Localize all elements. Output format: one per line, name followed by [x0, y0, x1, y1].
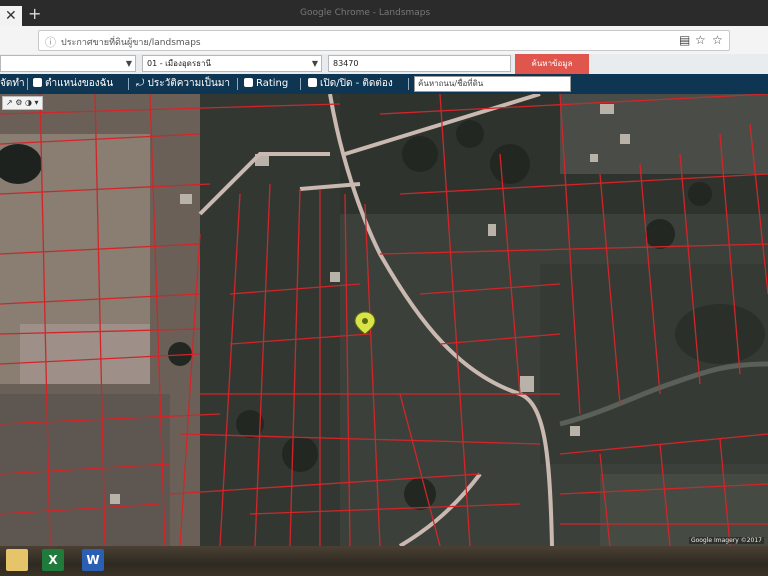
- district-select[interactable]: 01 - เมืองอุดรธานี ▼: [142, 55, 322, 72]
- toolbar-item-1[interactable]: จัดทำ: [0, 77, 25, 91]
- toolbar-divider: [128, 78, 129, 90]
- new-tab-icon[interactable]: +: [28, 5, 41, 23]
- url-text[interactable]: ประกาศขายที่ดินผู้ขาย/landsmaps: [61, 35, 201, 49]
- province-select[interactable]: ▼: [0, 55, 136, 72]
- checkbox-icon: [244, 78, 253, 87]
- url-field[interactable]: ⓘ ประกาศขายที่ดินผู้ขาย/landsmaps ▤ ☆ ☆: [38, 30, 730, 51]
- map-canvas[interactable]: [0, 94, 768, 546]
- parcel-number-input[interactable]: 83470: [328, 55, 511, 72]
- checkbox-icon: [308, 78, 317, 87]
- reader-icon[interactable]: ▤: [679, 33, 690, 47]
- word-icon-label: W: [86, 553, 100, 567]
- bookmark-icon[interactable]: ☆: [695, 33, 706, 47]
- toolbar-item-2[interactable]: ตำแหน่งของฉัน: [33, 77, 113, 91]
- browser-tab[interactable]: ✕: [0, 6, 22, 26]
- excel-icon-label: X: [48, 553, 58, 567]
- toolbar-item-rating[interactable]: Rating: [244, 77, 288, 91]
- chevron-down-icon: ▼: [125, 59, 132, 68]
- toolbar-divider: [237, 78, 238, 90]
- search-selectors: ▼ 01 - เมืองอุดรธานี ▼ 83470 ค้นหาข้อมูล: [0, 54, 768, 74]
- satellite-map[interactable]: ↗ ⚙ ◑ ▾ Google Imagery ©2017: [0, 94, 768, 546]
- excel-icon[interactable]: X: [42, 549, 64, 571]
- browser-tab-bar: ✕ + Google Chrome - Landsmaps: [0, 0, 768, 26]
- windows-taskbar: X W: [0, 546, 768, 576]
- history-icon: ⤾: [136, 78, 148, 89]
- toolbar-item-3[interactable]: ⤾ ประวัติความเป็นมา: [136, 77, 230, 91]
- district-value: 01 - เมืองอุดรธานี: [147, 59, 212, 68]
- address-bar: ⓘ ประกาศขายที่ดินผู้ขาย/landsmaps ▤ ☆ ☆: [0, 26, 768, 55]
- toolbar-item-rating-label: Rating: [256, 78, 289, 89]
- file-explorer-icon[interactable]: [6, 549, 28, 571]
- search-button[interactable]: ค้นหาข้อมูล: [515, 54, 589, 74]
- tab-title: Google Chrome - Landsmaps: [300, 8, 431, 18]
- star-icon[interactable]: ☆: [712, 33, 723, 47]
- map-controls[interactable]: ↗ ⚙ ◑ ▾: [2, 96, 43, 110]
- map-toolbar: จัดทำ ตำแหน่งของฉัน ⤾ ประวัติความเป็นมา …: [0, 74, 768, 94]
- word-icon[interactable]: W: [82, 549, 104, 571]
- toolbar-search-input[interactable]: ค้นหาถนน/ชื่อที่ดิน: [414, 76, 571, 92]
- toolbar-item-5[interactable]: เปิด/ปิด - ติดต่อง: [308, 77, 393, 91]
- close-tab-icon[interactable]: ✕: [5, 7, 17, 25]
- chevron-down-icon: ▼: [311, 59, 318, 68]
- map-attribution: Google Imagery ©2017: [688, 537, 764, 544]
- info-icon[interactable]: ⓘ: [45, 34, 56, 50]
- toolbar-divider: [27, 78, 28, 90]
- toolbar-item-5-label: เปิด/ปิด - ติดต่อง: [320, 78, 393, 89]
- toolbar-item-3-label: ประวัติความเป็นมา: [147, 78, 231, 89]
- toolbar-item-2-label: ตำแหน่งของฉัน: [45, 78, 114, 89]
- globe-icon: [33, 78, 42, 87]
- toolbar-divider: [408, 78, 409, 90]
- toolbar-divider: [300, 78, 301, 90]
- parcel-number-value: 83470: [333, 59, 359, 68]
